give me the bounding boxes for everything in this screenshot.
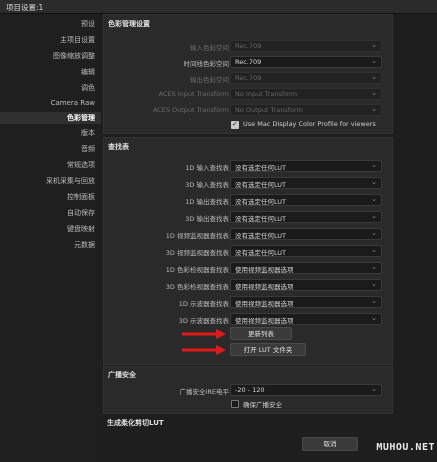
aces-input-transform-dropdown: No Input Transform ⌄ bbox=[230, 88, 382, 100]
lut-3d-scopes-dropdown[interactable]: 使用视频监视器选项 ⌄ bbox=[230, 313, 382, 325]
chevron-down-icon: ⌄ bbox=[371, 229, 377, 237]
lut-1d-input-label: 1D 输入查找表 bbox=[185, 164, 229, 172]
aces-output-transform-dropdown: No Output Transform ⌄ bbox=[230, 104, 382, 116]
sidebar-item-camera-raw[interactable]: Camera Raw bbox=[51, 99, 95, 107]
chevron-down-icon: ⌄ bbox=[371, 41, 377, 49]
chevron-down-icon: ⌄ bbox=[371, 195, 377, 203]
make-broadcast-safe-label: 确保广播安全 bbox=[243, 401, 282, 409]
output-color-space-dropdown: Rec.709 ⌄ bbox=[230, 72, 382, 84]
sidebar-item-capture-playback[interactable]: 采机采集与回放 bbox=[46, 176, 95, 186]
timeline-color-space-label: 时间线色彩空间 bbox=[183, 60, 230, 68]
aces-input-transform-label: ACES Input Transform bbox=[158, 90, 229, 98]
lut-1d-scopes-dropdown[interactable]: 使用视频监视器选项 ⌄ bbox=[230, 296, 382, 308]
dropdown-value: 使用视频监视器选项 bbox=[235, 317, 294, 325]
lut-3d-video-monitor-label: 3D 视频监视器查找表 bbox=[165, 249, 229, 257]
dropdown-value: 没有选定任何LUT bbox=[235, 215, 287, 223]
lut-3d-color-viewer-dropdown[interactable]: 使用视频监视器选项 ⌄ bbox=[230, 279, 382, 291]
lut-1d-output-dropdown[interactable]: 没有选定任何LUT ⌄ bbox=[230, 194, 382, 206]
chevron-down-icon: ⌄ bbox=[371, 385, 377, 393]
watermark: MUHOU.NET bbox=[376, 442, 435, 453]
broadcast-ire-dropdown[interactable]: -20 - 120 ⌄ bbox=[230, 384, 382, 396]
dropdown-value: 没有选定任何LUT bbox=[235, 164, 287, 172]
annotation-arrow-icon bbox=[182, 345, 226, 355]
dropdown-value: 没有选定任何LUT bbox=[235, 249, 287, 257]
chevron-down-icon: ⌄ bbox=[371, 57, 377, 65]
dropdown-value: 没有选定任何LUT bbox=[235, 181, 287, 189]
open-lut-folder-button[interactable]: 打开 LUT 文件夹 bbox=[230, 343, 306, 356]
lut-1d-output-label: 1D 输出查找表 bbox=[185, 198, 229, 206]
input-color-space-dropdown: Rec.709 ⌄ bbox=[230, 40, 382, 52]
lut-3d-scopes-label: 3D 示波器查找表 bbox=[178, 317, 229, 325]
sidebar-item-color[interactable]: 调色 bbox=[81, 83, 95, 93]
dropdown-value: No Input Transform bbox=[235, 90, 298, 98]
chevron-down-icon: ⌄ bbox=[371, 73, 377, 81]
lut-1d-video-monitor-dropdown[interactable]: 没有选定任何LUT ⌄ bbox=[230, 228, 382, 240]
sidebar-item-presets[interactable]: 预设 bbox=[81, 19, 95, 29]
dropdown-value: 没有选定任何LUT bbox=[235, 232, 287, 240]
chevron-down-icon: ⌄ bbox=[371, 212, 377, 220]
lut-3d-video-monitor-dropdown[interactable]: 没有选定任何LUT ⌄ bbox=[230, 245, 382, 257]
chevron-down-icon: ⌄ bbox=[371, 178, 377, 186]
lut-3d-output-label: 3D 输出查找表 bbox=[185, 215, 229, 223]
sidebar-item-versions[interactable]: 版本 bbox=[81, 128, 95, 138]
dropdown-value: 使用视频监视器选项 bbox=[235, 283, 294, 291]
section-title: 查找表 bbox=[108, 143, 129, 151]
lut-1d-video-monitor-label: 1D 视频监视器查找表 bbox=[165, 232, 229, 240]
sidebar-item-edit[interactable]: 编辑 bbox=[81, 67, 95, 77]
sidebar-item-general-options[interactable]: 常规选项 bbox=[67, 160, 95, 170]
make-broadcast-safe-checkbox[interactable] bbox=[231, 400, 239, 408]
dropdown-value: -20 - 120 bbox=[235, 386, 265, 394]
lut-1d-color-viewer-dropdown[interactable]: 使用视频监视器选项 ⌄ bbox=[230, 262, 382, 274]
mac-color-profile-label: Use Mac Display Color Profile for viewer… bbox=[243, 120, 376, 128]
sidebar-item-control-panels[interactable]: 控制面板 bbox=[67, 192, 95, 202]
timeline-color-space-dropdown[interactable]: Rec.709 ⌄ bbox=[230, 56, 382, 68]
chevron-down-icon: ⌄ bbox=[371, 246, 377, 254]
section-title: 色彩管理设置 bbox=[108, 20, 150, 28]
lut-3d-input-dropdown[interactable]: 没有选定任何LUT ⌄ bbox=[230, 177, 382, 189]
lut-3d-input-label: 3D 输入查找表 bbox=[185, 181, 229, 189]
chevron-down-icon: ⌄ bbox=[371, 161, 377, 169]
sidebar-item-label: 色彩管理 bbox=[67, 114, 95, 122]
dropdown-value: 使用视频监视器选项 bbox=[235, 266, 294, 274]
output-color-space-label: 输出色彩空间 bbox=[190, 76, 229, 84]
lut-1d-color-viewer-label: 1D 色彩检视器查找表 bbox=[165, 266, 229, 274]
window-title: 项目设置:1 bbox=[6, 3, 44, 12]
chevron-down-icon: ⌄ bbox=[371, 280, 377, 288]
chevron-down-icon: ⌄ bbox=[371, 105, 377, 113]
chevron-down-icon: ⌄ bbox=[371, 297, 377, 305]
cancel-button[interactable]: 取消 bbox=[302, 437, 358, 451]
dropdown-value: No Output Transform bbox=[235, 106, 303, 114]
lut-3d-output-dropdown[interactable]: 没有选定任何LUT ⌄ bbox=[230, 211, 382, 223]
dropdown-value: Rec.709 bbox=[235, 74, 262, 82]
section-title: 广播安全 bbox=[108, 371, 136, 379]
title-bar: 项目设置:1 bbox=[0, 0, 437, 14]
soft-clip-title: 生成柔化剪切LUT bbox=[107, 419, 164, 427]
dropdown-value: Rec.709 bbox=[235, 58, 262, 66]
chevron-down-icon: ⌄ bbox=[371, 314, 377, 322]
aces-output-transform-label: ACES Output Transform bbox=[152, 106, 229, 114]
lut-1d-scopes-label: 1D 示波器查找表 bbox=[178, 300, 229, 308]
broadcast-ire-label: 广播安全IRE电平 bbox=[179, 388, 229, 396]
input-color-space-label: 输入色彩空间 bbox=[190, 44, 229, 52]
sidebar-item-master-settings[interactable]: 主项目设置 bbox=[60, 35, 95, 45]
mac-color-profile-checkbox[interactable] bbox=[231, 120, 239, 129]
sidebar-item-color-management[interactable]: 色彩管理 bbox=[0, 112, 101, 124]
sidebar-item-audio[interactable]: 音频 bbox=[81, 144, 95, 154]
chevron-down-icon: ⌄ bbox=[371, 89, 377, 97]
sidebar: 预设 主项目设置 图像缩放调整 编辑 调色 Camera Raw 色彩管理 版本… bbox=[0, 14, 101, 462]
dropdown-value: 没有选定任何LUT bbox=[235, 198, 287, 206]
update-list-button[interactable]: 更新列表 bbox=[230, 327, 292, 340]
sidebar-item-keyboard-mapping[interactable]: 键盘映射 bbox=[67, 224, 95, 234]
sidebar-item-auto-save[interactable]: 自动保存 bbox=[67, 208, 95, 218]
lut-3d-color-viewer-label: 3D 色彩检视器查找表 bbox=[165, 283, 229, 291]
sidebar-item-image-scaling[interactable]: 图像缩放调整 bbox=[53, 51, 95, 61]
sidebar-item-metadata[interactable]: 元数据 bbox=[74, 240, 95, 250]
dropdown-value: 使用视频监视器选项 bbox=[235, 300, 294, 308]
dropdown-value: Rec.709 bbox=[235, 42, 262, 50]
lut-1d-input-dropdown[interactable]: 没有选定任何LUT ⌄ bbox=[230, 160, 382, 172]
chevron-down-icon: ⌄ bbox=[371, 263, 377, 271]
annotation-arrow-icon bbox=[182, 329, 226, 339]
